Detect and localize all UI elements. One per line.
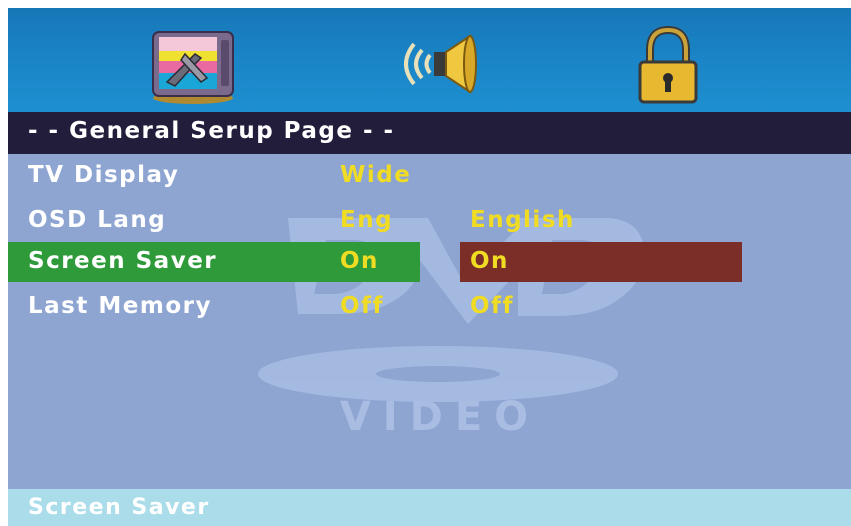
setting-row-osd-lang[interactable]: OSD Lang Eng English xyxy=(8,202,851,242)
setting-row-screen-saver[interactable]: Screen Saver On On xyxy=(8,242,851,282)
setting-option[interactable]: Off xyxy=(470,293,514,319)
title-bar: - - General Serup Page - - xyxy=(8,112,851,154)
watermark-text: VIDEO xyxy=(340,394,540,440)
status-bar: Screen Saver xyxy=(8,489,851,526)
page-title: - - General Serup Page - - xyxy=(28,118,395,144)
setting-label: Screen Saver xyxy=(28,248,218,274)
setting-option[interactable]: On xyxy=(470,248,509,274)
setting-value: On xyxy=(340,248,379,274)
setting-value: Eng xyxy=(340,207,394,233)
setting-row-tv-display[interactable]: TV Display Wide xyxy=(8,157,851,197)
dvd-setup-screen: - - General Serup Page - - VIDEO TV Disp… xyxy=(8,8,851,526)
setting-option[interactable]: English xyxy=(470,207,575,233)
setting-label: OSD Lang xyxy=(28,207,167,233)
setting-value: Off xyxy=(340,293,385,319)
setting-value: Wide xyxy=(340,162,412,188)
settings-panel: VIDEO TV Display Wide OSD Lang Eng Engli… xyxy=(8,154,851,489)
setting-label: Last Memory xyxy=(28,293,212,319)
setting-label: TV Display xyxy=(28,162,180,188)
status-text: Screen Saver xyxy=(28,495,210,520)
audio-speaker-icon[interactable] xyxy=(388,24,484,106)
lock-icon[interactable] xyxy=(620,24,716,106)
general-setup-tv-icon[interactable] xyxy=(145,24,241,106)
setting-row-last-memory[interactable]: Last Memory Off Off xyxy=(8,288,851,328)
icon-bar xyxy=(8,8,851,112)
